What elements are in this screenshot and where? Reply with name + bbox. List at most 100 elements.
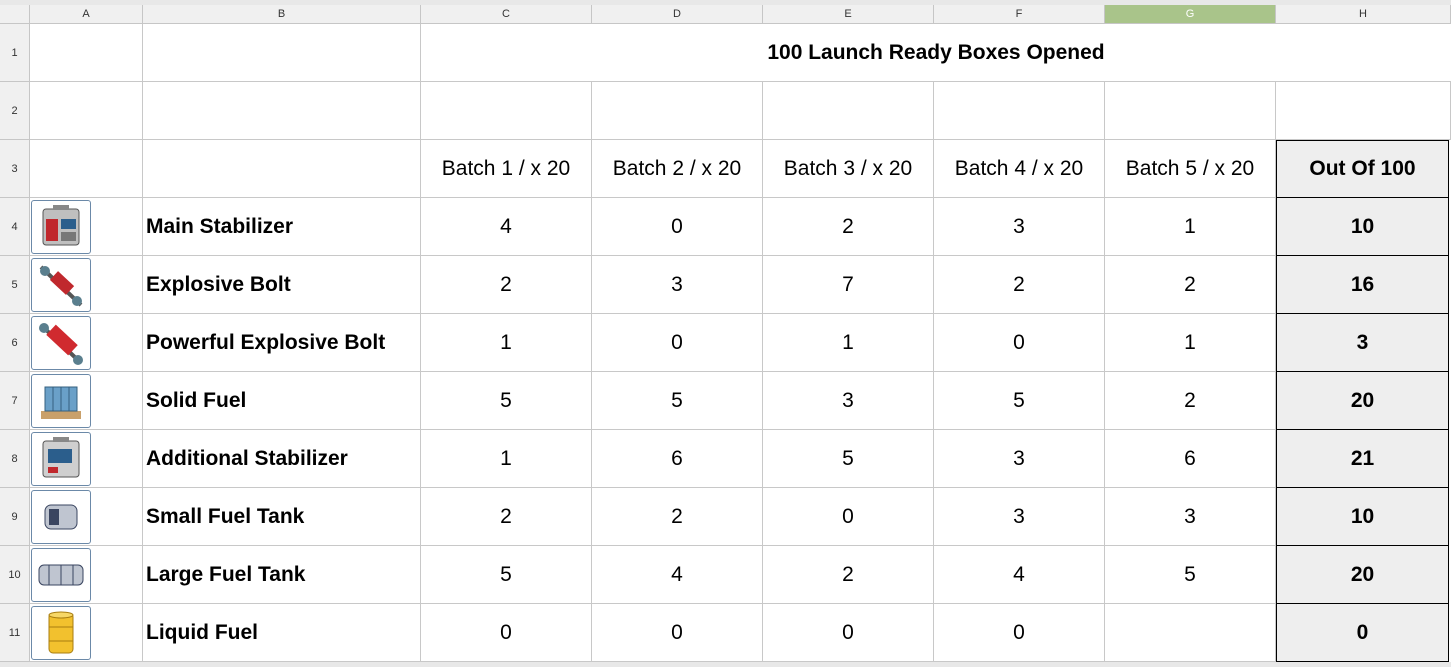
row-header-1[interactable]: 1	[0, 24, 30, 82]
total-value[interactable]: 20	[1276, 546, 1449, 604]
batch-value[interactable]: 0	[763, 604, 934, 662]
batch-value[interactable]: 5	[421, 372, 592, 430]
select-all-corner[interactable]	[0, 5, 30, 24]
batch-header[interactable]: Batch 4 / x 20	[934, 140, 1105, 198]
batch-value[interactable]: 1	[763, 314, 934, 372]
batch-value[interactable]: 3	[1105, 488, 1276, 546]
batch-value[interactable]: 3	[934, 430, 1105, 488]
cell-empty[interactable]	[763, 82, 934, 140]
batch-value[interactable]: 1	[421, 430, 592, 488]
batch-value[interactable]: 5	[934, 372, 1105, 430]
total-value[interactable]: 0	[1276, 604, 1449, 662]
batch-value[interactable]: 3	[763, 372, 934, 430]
batch-value[interactable]: 2	[421, 488, 592, 546]
cell-empty[interactable]	[30, 140, 143, 198]
row-header-7[interactable]: 7	[0, 372, 30, 430]
total-header[interactable]: Out Of 100	[1276, 140, 1449, 198]
column-header-d[interactable]: D	[592, 5, 763, 24]
batch-value[interactable]: 2	[934, 256, 1105, 314]
total-value[interactable]: 21	[1276, 430, 1449, 488]
batch-value[interactable]: 3	[592, 256, 763, 314]
row-header-2[interactable]: 2	[0, 82, 30, 140]
total-value[interactable]: 10	[1276, 488, 1449, 546]
cell-empty[interactable]	[421, 82, 592, 140]
batch-value[interactable]: 0	[934, 314, 1105, 372]
batch-value[interactable]: 2	[421, 256, 592, 314]
batch-value[interactable]: 0	[934, 604, 1105, 662]
batch-header[interactable]: Batch 5 / x 20	[1105, 140, 1276, 198]
batch-value[interactable]: 2	[763, 198, 934, 256]
batch-value[interactable]: 6	[1105, 430, 1276, 488]
batch-header[interactable]: Batch 2 / x 20	[592, 140, 763, 198]
batch-value[interactable]: 2	[1105, 372, 1276, 430]
item-name[interactable]: Powerful Explosive Bolt	[143, 314, 421, 372]
cell-empty[interactable]	[934, 82, 1105, 140]
item-icon-cell[interactable]	[30, 198, 143, 256]
row-header-4[interactable]: 4	[0, 198, 30, 256]
cell-empty[interactable]	[143, 82, 421, 140]
cell-empty[interactable]	[1105, 82, 1276, 140]
cell-empty[interactable]	[143, 24, 421, 82]
batch-value[interactable]: 0	[592, 198, 763, 256]
item-name[interactable]: Main Stabilizer	[143, 198, 421, 256]
item-name[interactable]: Large Fuel Tank	[143, 546, 421, 604]
spreadsheet[interactable]: 100 Launch Ready Boxes Opened ABCDEFGH12…	[0, 0, 1451, 667]
cell-empty[interactable]	[143, 140, 421, 198]
batch-value[interactable]: 2	[763, 546, 934, 604]
batch-value[interactable]: 0	[763, 488, 934, 546]
cell-empty[interactable]	[30, 24, 143, 82]
cell-empty[interactable]	[1276, 82, 1451, 140]
item-icon-cell[interactable]	[30, 256, 143, 314]
item-name[interactable]: Small Fuel Tank	[143, 488, 421, 546]
batch-value[interactable]: 2	[592, 488, 763, 546]
batch-value[interactable]: 1	[1105, 314, 1276, 372]
item-icon-cell[interactable]	[30, 488, 143, 546]
column-header-e[interactable]: E	[763, 5, 934, 24]
item-icon-cell[interactable]	[30, 546, 143, 604]
column-header-h[interactable]: H	[1276, 5, 1451, 24]
batch-value[interactable]: 0	[421, 604, 592, 662]
row-header-5[interactable]: 5	[0, 256, 30, 314]
row-header-9[interactable]: 9	[0, 488, 30, 546]
item-name[interactable]: Liquid Fuel	[143, 604, 421, 662]
total-value[interactable]: 3	[1276, 314, 1449, 372]
total-value[interactable]: 16	[1276, 256, 1449, 314]
column-header-a[interactable]: A	[30, 5, 143, 24]
batch-value[interactable]: 0	[592, 604, 763, 662]
batch-value[interactable]: 6	[592, 430, 763, 488]
column-header-g[interactable]: G	[1105, 5, 1276, 24]
cell-empty[interactable]	[592, 82, 763, 140]
batch-value[interactable]: 5	[1105, 546, 1276, 604]
column-header-c[interactable]: C	[421, 5, 592, 24]
row-header-10[interactable]: 10	[0, 546, 30, 604]
batch-value[interactable]: 3	[934, 488, 1105, 546]
batch-header[interactable]: Batch 1 / x 20	[421, 140, 592, 198]
batch-value[interactable]: 4	[934, 546, 1105, 604]
item-name[interactable]: Solid Fuel	[143, 372, 421, 430]
batch-value[interactable]: 5	[592, 372, 763, 430]
item-icon-cell[interactable]	[30, 372, 143, 430]
batch-value[interactable]: 0	[592, 314, 763, 372]
batch-value[interactable]: 4	[421, 198, 592, 256]
item-name[interactable]: Explosive Bolt	[143, 256, 421, 314]
batch-value[interactable]: 5	[421, 546, 592, 604]
batch-header[interactable]: Batch 3 / x 20	[763, 140, 934, 198]
item-icon-cell[interactable]	[30, 314, 143, 372]
item-icon-cell[interactable]	[30, 430, 143, 488]
batch-value[interactable]: 2	[1105, 256, 1276, 314]
batch-value[interactable]: 7	[763, 256, 934, 314]
batch-value[interactable]: 5	[763, 430, 934, 488]
batch-value[interactable]: 3	[934, 198, 1105, 256]
cell-empty[interactable]	[30, 82, 143, 140]
total-value[interactable]: 10	[1276, 198, 1449, 256]
batch-value[interactable]: 1	[1105, 198, 1276, 256]
item-icon-cell[interactable]	[30, 604, 143, 662]
batch-value[interactable]: 1	[421, 314, 592, 372]
column-header-f[interactable]: F	[934, 5, 1105, 24]
total-value[interactable]: 20	[1276, 372, 1449, 430]
batch-value[interactable]: 4	[592, 546, 763, 604]
row-header-11[interactable]: 11	[0, 604, 30, 662]
item-name[interactable]: Additional Stabilizer	[143, 430, 421, 488]
row-header-6[interactable]: 6	[0, 314, 30, 372]
column-header-b[interactable]: B	[143, 5, 421, 24]
